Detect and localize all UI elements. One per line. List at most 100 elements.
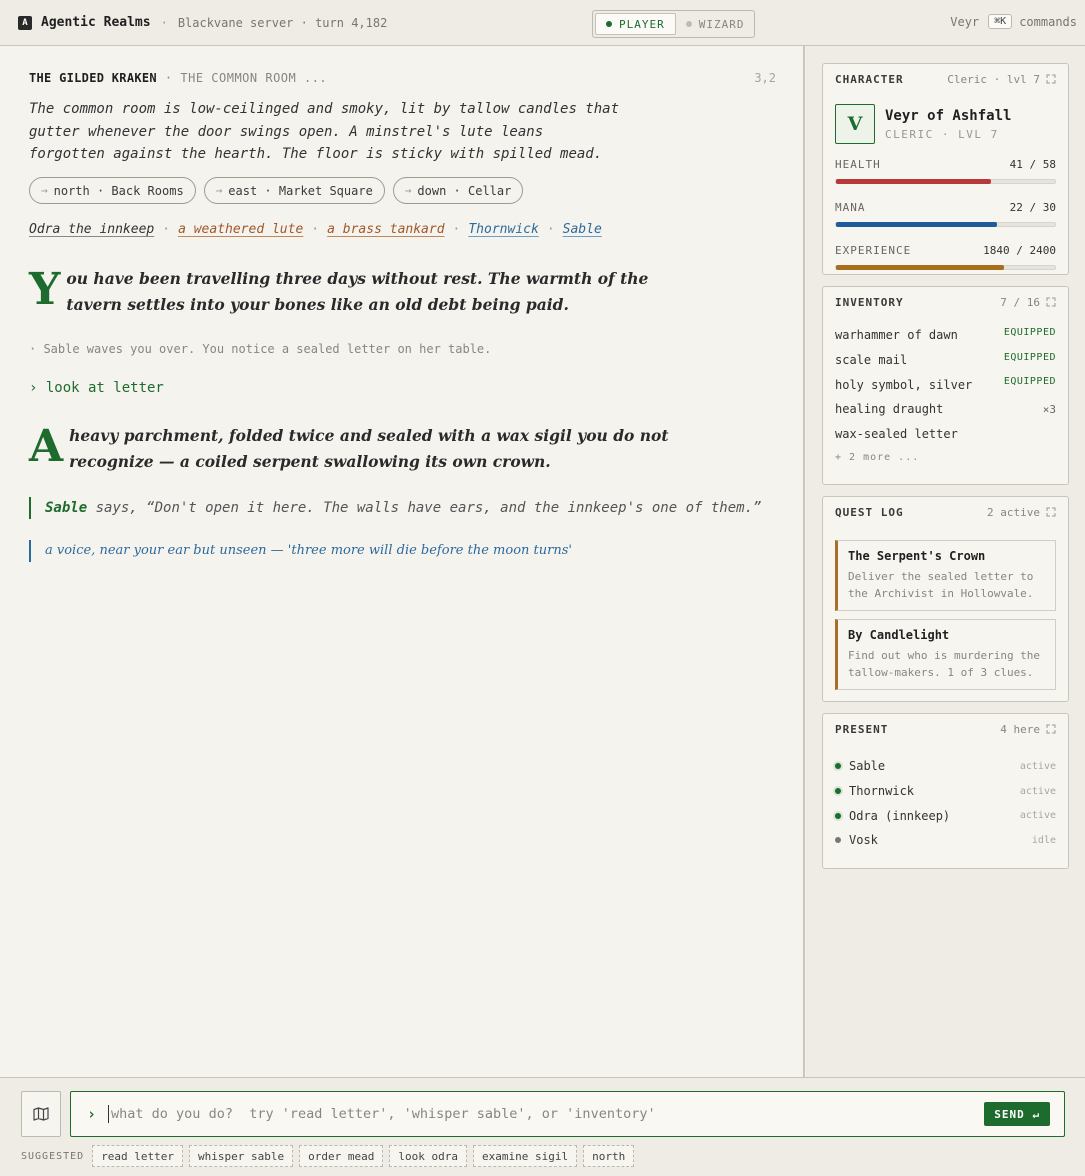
experience-bar-fill <box>836 265 1004 270</box>
narration-text: ou have been travelling three days witho… <box>66 269 649 314</box>
stat-label: HEALTH <box>835 158 881 171</box>
entity-separator: · <box>452 222 461 237</box>
character-panel: CHARACTER Cleric · lvl 7 V Veyr of Ashfa… <box>822 63 1069 275</box>
suggestion-chip[interactable]: whisper sable <box>189 1145 294 1167</box>
title-separator: · <box>160 15 168 30</box>
commands-link[interactable]: commands <box>1019 15 1077 29</box>
command-shortcut[interactable]: ⌘K <box>988 14 1013 29</box>
narration-block: A heavy parchment, folded twice and seal… <box>29 423 689 475</box>
present-item[interactable]: Thornwick active <box>835 779 1056 804</box>
player-dot-icon <box>606 21 612 27</box>
suggestion-chip[interactable]: examine sigil <box>472 1145 578 1167</box>
avatar[interactable]: V <box>835 104 875 144</box>
exit-north-button[interactable]: → north · Back Rooms <box>29 177 196 204</box>
suggestion-chip[interactable]: order mead <box>299 1145 384 1167</box>
mode-wizard-button[interactable]: WIZARD <box>676 13 755 35</box>
user-name[interactable]: Veyr <box>950 15 979 29</box>
narration-block: Y ou have been travelling three days wit… <box>29 266 689 318</box>
inventory-item[interactable]: holy symbol, silver EQUIPPED <box>835 372 1056 397</box>
map-icon <box>33 1107 49 1121</box>
health-stat: HEALTH 41 / 58 <box>823 158 1068 184</box>
present-status: active <box>1019 785 1056 797</box>
item-name: healing draught <box>835 402 944 417</box>
inventory-list: warhammer of dawn EQUIPPED scale mail EQUI… <box>823 317 1068 468</box>
mode-wizard-label: WIZARD <box>698 17 745 31</box>
character-identity: V Veyr of Ashfall CLERIC · LVL 7 <box>823 94 1068 148</box>
experience-stat: EXPERIENCE 1840 / 2400 <box>823 244 1068 270</box>
app-logo: A <box>18 15 32 30</box>
status-dot-icon <box>835 837 841 844</box>
quest-title: By Candlelight <box>848 628 950 642</box>
speaker-name[interactable]: Sable <box>45 500 87 516</box>
entity-tankard-link[interactable]: a brass tankard <box>327 222 444 237</box>
present-item[interactable]: Sable active <box>835 754 1056 779</box>
present-item[interactable]: Vosk idle <box>835 828 1056 853</box>
inventory-item[interactable]: wax-sealed letter <box>835 422 1056 447</box>
mode-player-button[interactable]: PLAYER <box>595 13 676 35</box>
server-info: Blackvane server · turn 4,182 <box>177 15 388 30</box>
top-bar: A Agentic Realms · Blackvane server · tu… <box>0 0 1085 46</box>
app-title: Agentic Realms <box>41 15 151 30</box>
item-name: warhammer of dawn <box>835 328 958 343</box>
item-count: ×3 <box>1042 402 1056 416</box>
expand-icon[interactable] <box>1046 297 1056 307</box>
prompt-chevron-icon: › <box>87 1105 97 1123</box>
location-header: THE GILDED KRAKEN · THE COMMON ROOM ... … <box>29 71 776 85</box>
inventory-item[interactable]: healing draught ×3 <box>835 397 1056 422</box>
entity-lute-link[interactable]: a weathered lute <box>178 222 303 237</box>
present-name: Odra (innkeep) <box>849 808 951 823</box>
suggestion-chip[interactable]: north <box>583 1145 635 1167</box>
present-list: Sable active Thornwick active Odra (innkee… <box>823 744 1068 857</box>
send-button[interactable]: SEND ↵ <box>984 1102 1050 1126</box>
arrow-right-icon: → <box>41 184 48 197</box>
panel-title: INVENTORY <box>835 295 904 309</box>
quest-title: The Serpent's Crown <box>848 549 986 563</box>
character-meta: Cleric · lvl 7 <box>947 72 1040 86</box>
quest-card[interactable]: By Candlelight Find out who is murdering… <box>835 619 1056 690</box>
location-coords: 3,2 <box>754 71 776 85</box>
suggestion-chip[interactable]: read letter <box>92 1145 184 1167</box>
inventory-panel: INVENTORY 7 / 16 warhammer of dawn EQUIPP… <box>822 286 1069 485</box>
inventory-item[interactable]: warhammer of dawn EQUIPPED <box>835 323 1056 348</box>
status-dot-icon <box>835 788 841 795</box>
exit-down-button[interactable]: → down · Cellar <box>392 177 524 204</box>
location-sub: · THE COMMON ROOM ... <box>164 71 328 85</box>
stat-value: 41 / 58 <box>1009 158 1056 171</box>
whisper-line: a voice, near your ear but unseen — 'thr… <box>29 540 774 562</box>
exit-east-button[interactable]: → east · Market Square <box>203 177 385 204</box>
entity-separator: · <box>162 222 171 237</box>
quest-card[interactable]: The Serpent's Crown Deliver the sealed l… <box>835 540 1056 611</box>
room-description: The common room is low-ceilinged and smo… <box>29 101 620 162</box>
present-panel: PRESENT 4 here Sable active Thornwick acti… <box>822 713 1069 869</box>
mana-bar-fill <box>836 222 997 227</box>
inventory-more-link[interactable]: + 2 more ... <box>835 446 1056 468</box>
expand-icon[interactable] <box>1046 507 1056 517</box>
expand-icon[interactable] <box>1046 724 1056 734</box>
expand-icon[interactable] <box>1046 74 1056 84</box>
exit-label: east · Market Square <box>228 183 373 198</box>
item-name: holy symbol, silver <box>835 377 973 392</box>
entity-sable-link[interactable]: Sable <box>563 222 602 237</box>
command-bar: › SEND ↵ SUGGESTED read letter whisper s… <box>0 1077 1085 1176</box>
status-dot-icon <box>835 812 841 819</box>
panel-title: PRESENT <box>835 722 889 736</box>
inventory-meta: 7 / 16 <box>1000 295 1040 309</box>
present-item[interactable]: Odra (innkeep) active <box>835 803 1056 828</box>
panel-header: CHARACTER Cleric · lvl 7 <box>823 64 1068 94</box>
npc-speech: Sable says, “Don't open it here. The wal… <box>29 497 774 519</box>
narration-text: heavy parchment, folded twice and sealed… <box>69 426 669 471</box>
suggestion-chip[interactable]: look odra <box>389 1145 467 1167</box>
equipped-badge: EQUIPPED <box>1003 376 1056 388</box>
present-status: active <box>1019 760 1056 772</box>
entity-odra-link[interactable]: Odra the innkeep <box>29 222 154 237</box>
equipped-badge: EQUIPPED <box>1003 326 1056 338</box>
stat-value: 22 / 30 <box>1009 201 1056 214</box>
inventory-item[interactable]: scale mail EQUIPPED <box>835 348 1056 373</box>
panel-meta: Cleric · lvl 7 <box>947 73 1056 86</box>
entity-thornwick-link[interactable]: Thornwick <box>468 222 538 237</box>
panel-title: CHARACTER <box>835 72 904 86</box>
command-input[interactable] <box>108 1105 985 1123</box>
equipped-badge: EQUIPPED <box>1003 351 1056 363</box>
item-name: wax-sealed letter <box>835 427 958 442</box>
map-button[interactable] <box>21 1091 61 1137</box>
